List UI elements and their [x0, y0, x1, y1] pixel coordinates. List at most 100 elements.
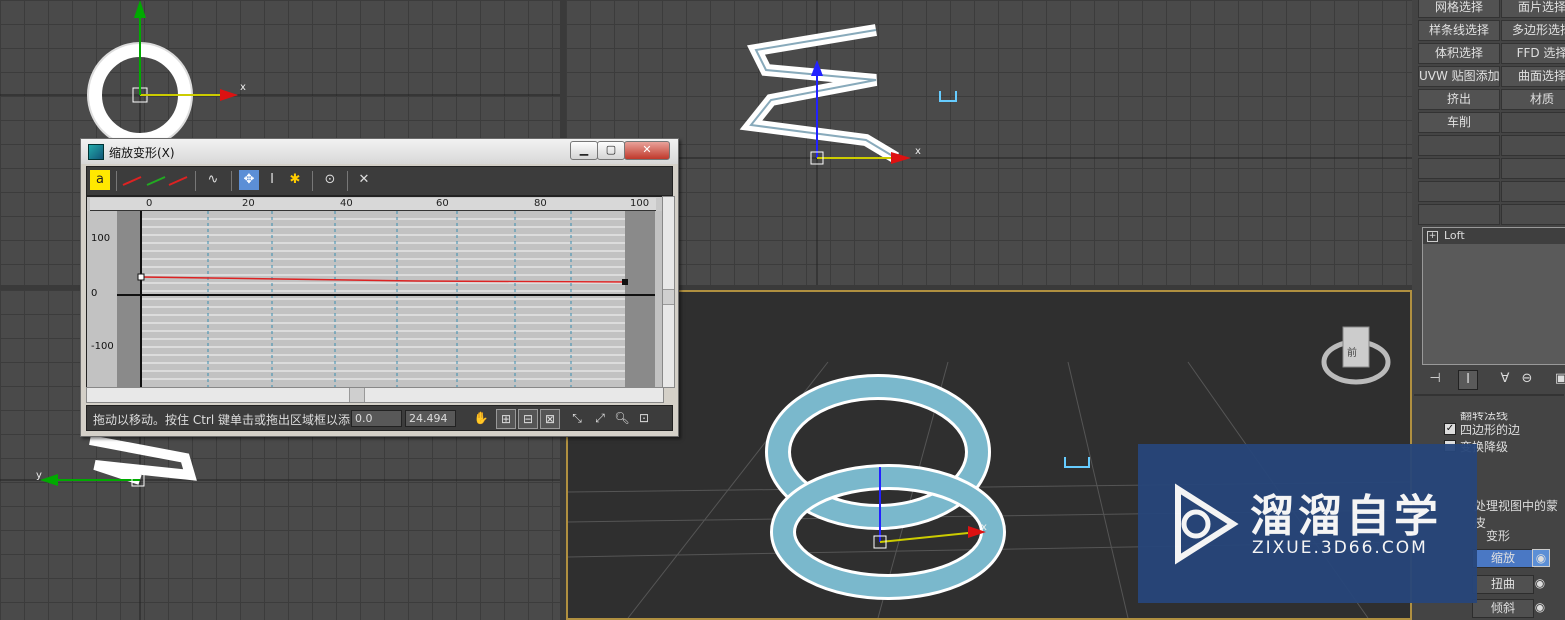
- axis-x-label: x: [240, 82, 246, 93]
- horizontal-scrollbar[interactable]: [86, 387, 664, 403]
- y-axis-label: 100: [91, 233, 111, 244]
- deformation-graph[interactable]: 0 20 40 60 80 100 100 0 -100: [86, 196, 664, 388]
- empty-modifier-button[interactable]: [1501, 181, 1565, 202]
- twist-deform-button[interactable]: 扭曲: [1472, 575, 1534, 594]
- divider: [195, 171, 196, 191]
- status-text: 拖动以移动。按住 Ctrl 键单击或拖出区域框以添: [93, 413, 350, 427]
- viewcube-face-label[interactable]: 前: [1347, 344, 1357, 359]
- quad-sides-label: 四边形的边: [1460, 423, 1521, 437]
- teeter-bulb-icon[interactable]: ◉: [1532, 599, 1548, 615]
- zoom-extents-horizontal-icon[interactable]: ⊟: [518, 409, 538, 429]
- make-unique-icon[interactable]: ∀: [1496, 370, 1514, 388]
- minimize-button[interactable]: ▁: [570, 141, 598, 160]
- make-symmetrical-lock-icon[interactable]: a: [90, 170, 110, 190]
- empty-modifier-button[interactable]: [1418, 158, 1500, 179]
- ruler-label: 80: [534, 198, 547, 209]
- divider: [116, 171, 117, 191]
- quad-sides-checkbox[interactable]: ✓: [1444, 423, 1456, 435]
- viewport-front[interactable]: x: [566, 0, 1412, 285]
- pin-stack-icon[interactable]: ⊣: [1426, 370, 1444, 388]
- twist-bulb-icon[interactable]: ◉: [1532, 575, 1548, 591]
- configure-sets-icon[interactable]: ▣: [1552, 370, 1565, 388]
- ruler-label: 0: [146, 198, 153, 209]
- zoom-extents-vertical-icon[interactable]: ⊠: [540, 409, 560, 429]
- divider: [1414, 394, 1564, 396]
- ruler-label: 60: [436, 198, 449, 209]
- scroll-thumb[interactable]: [663, 289, 674, 305]
- deformations-title: 变形: [1486, 529, 1511, 543]
- skin-in-viewport-label: 处理视图中的蒙皮: [1474, 499, 1559, 530]
- modifier-button[interactable]: 材质: [1501, 89, 1565, 110]
- empty-modifier-button[interactable]: [1501, 158, 1565, 179]
- axis-x-label: x: [915, 146, 921, 157]
- stack-item-label: Loft: [1444, 229, 1465, 242]
- dialog-toolbar: a ∿ ✥ Ⅰ ✱ ⊙ ✕: [86, 166, 673, 196]
- modifier-button[interactable]: 网格选择: [1418, 0, 1500, 18]
- insert-corner-point-icon[interactable]: ✱: [285, 170, 305, 190]
- divider: [347, 171, 348, 191]
- curve-display-icons[interactable]: [121, 173, 191, 189]
- zoom-horizontal-icon[interactable]: ⤡: [568, 409, 586, 427]
- modifier-button[interactable]: 体积选择: [1418, 43, 1500, 64]
- expand-icon[interactable]: +: [1427, 230, 1438, 242]
- empty-modifier-button[interactable]: [1501, 204, 1565, 225]
- zoom-icon[interactable]: 🔍︎: [613, 409, 631, 427]
- graph-plot-area[interactable]: 100 0 -100: [87, 211, 663, 387]
- app-icon: [88, 144, 104, 160]
- zoom-region-icon[interactable]: ⊡: [635, 409, 653, 427]
- scale-deformation-dialog[interactable]: 缩放变形(X) ▁ ▢ ✕ a ∿ ✥ Ⅰ ✱ ⊙ ✕ 0 20 40 60 8…: [80, 138, 679, 437]
- empty-modifier-button[interactable]: [1418, 181, 1500, 202]
- swap-curves-icon[interactable]: ∿: [203, 170, 223, 190]
- stack-item-loft[interactable]: + Loft: [1423, 228, 1565, 244]
- remove-modifier-icon[interactable]: ⊖: [1518, 370, 1536, 388]
- move-control-point-icon[interactable]: ✥: [239, 170, 259, 190]
- viewport-front-canvas: [566, 0, 1412, 285]
- y-axis-label: -100: [91, 341, 114, 352]
- close-button[interactable]: ✕: [624, 141, 670, 160]
- watermark-text-en: ZIXUE.3D66.COM: [1252, 538, 1428, 558]
- modifier-button[interactable]: 多边形选择: [1501, 20, 1565, 41]
- scroll-thumb[interactable]: [349, 388, 365, 402]
- modifier-button[interactable]: FFD 选择: [1501, 43, 1565, 64]
- modifier-button[interactable]: 样条线选择: [1418, 20, 1500, 41]
- divider: [231, 171, 232, 191]
- modifier-button[interactable]: 挤出: [1418, 89, 1500, 110]
- dialog-title: 缩放变形(X): [109, 146, 175, 160]
- pan-icon[interactable]: ✋: [472, 409, 490, 427]
- empty-modifier-button[interactable]: [1501, 135, 1565, 156]
- watermark-text-cn: 溜溜自学: [1250, 491, 1442, 542]
- scale-bulb-icon[interactable]: ◉: [1532, 549, 1550, 567]
- modifier-button[interactable]: 面片选择: [1501, 0, 1565, 18]
- scale-control-point-icon[interactable]: Ⅰ: [262, 170, 282, 190]
- watermark: 溜溜自学 ZIXUE.3D66.COM: [1138, 444, 1477, 603]
- show-end-result-icon[interactable]: I: [1458, 370, 1478, 390]
- delete-control-point-icon[interactable]: ⊙: [320, 170, 340, 190]
- divider: [312, 171, 313, 191]
- dialog-titlebar[interactable]: 缩放变形(X) ▁ ▢ ✕: [81, 139, 678, 164]
- vertical-scrollbar[interactable]: [662, 196, 675, 388]
- zoom-vertical-icon[interactable]: ⤢: [591, 409, 609, 427]
- graph-ruler: 0 20 40 60 80 100: [90, 198, 656, 211]
- teeter-deform-button[interactable]: 倾斜: [1472, 599, 1534, 618]
- point-value-field[interactable]: 24.494: [405, 410, 456, 427]
- reset-curve-icon[interactable]: ✕: [354, 170, 374, 190]
- modifier-button[interactable]: 车削: [1418, 112, 1500, 133]
- modifier-button[interactable]: 曲面选择: [1501, 66, 1565, 87]
- y-axis-label: 0: [91, 288, 98, 299]
- empty-modifier-button[interactable]: [1501, 112, 1565, 133]
- dialog-status-bar: 拖动以移动。按住 Ctrl 键单击或拖出区域框以添 0.0 24.494 ✋ ⊞…: [86, 405, 673, 431]
- modifier-stack[interactable]: + Loft: [1422, 227, 1565, 365]
- empty-modifier-button[interactable]: [1418, 204, 1500, 225]
- axis-y-label: y: [36, 470, 42, 481]
- ruler-label: 40: [340, 198, 353, 209]
- ruler-label: 100: [630, 198, 650, 209]
- ruler-label: 20: [242, 198, 255, 209]
- empty-modifier-button[interactable]: [1418, 135, 1500, 156]
- scale-deform-button[interactable]: 缩放: [1472, 549, 1534, 568]
- watermark-logo-icon: [1175, 483, 1239, 565]
- modifier-button[interactable]: UVW 贴图添加: [1418, 66, 1500, 87]
- maximize-button[interactable]: ▢: [597, 141, 625, 160]
- point-position-field[interactable]: 0.0: [351, 410, 402, 427]
- axis-x-label: x: [981, 522, 987, 533]
- zoom-extents-icon[interactable]: ⊞: [496, 409, 516, 429]
